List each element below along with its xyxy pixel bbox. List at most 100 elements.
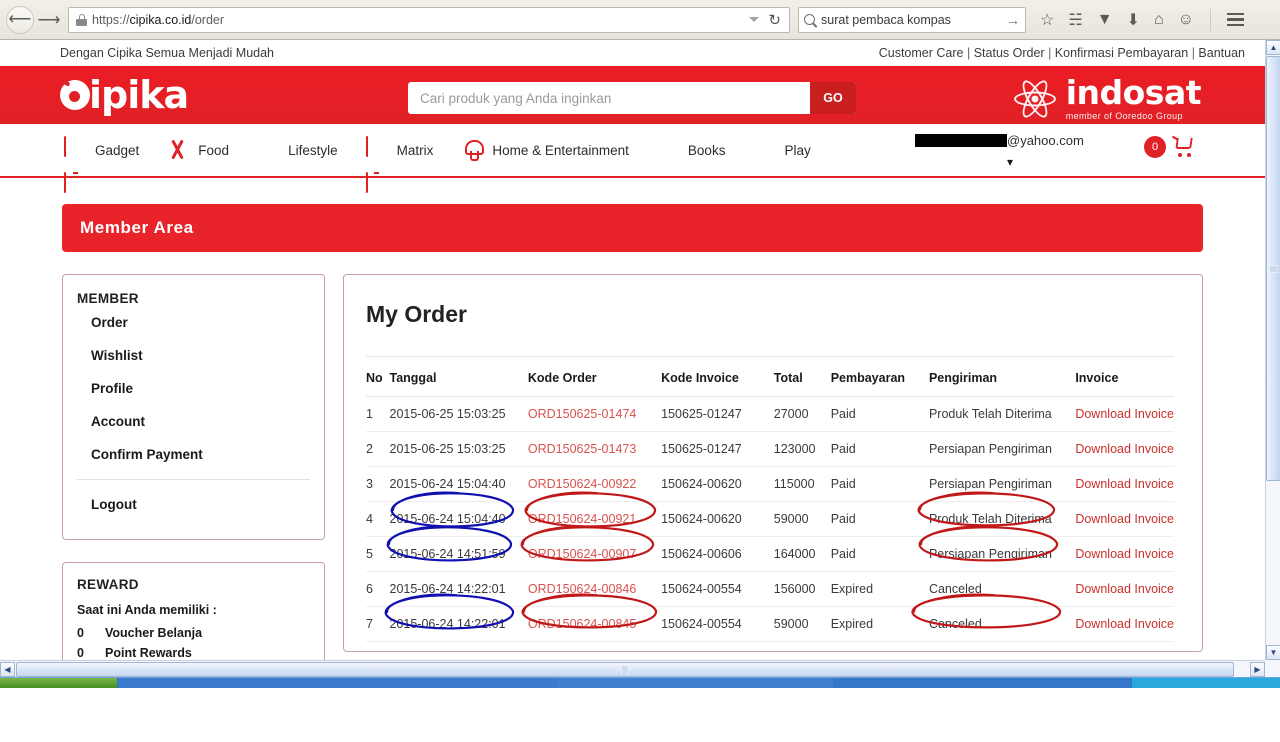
search-input[interactable]: surat pembaca kompas — [821, 13, 1000, 27]
cell-tanggal: 2015-06-25 15:03:25 — [389, 431, 528, 467]
col-pembayaran: Pembayaran — [830, 357, 929, 397]
reload-icon[interactable]: ↻ — [768, 11, 781, 29]
sidebar-item-wishlist[interactable]: Wishlist — [63, 339, 324, 372]
home-icon[interactable]: ⌂ — [1154, 11, 1164, 29]
col-invoice: Invoice — [1075, 357, 1174, 397]
reward-subtitle: Saat ini Anda memiliki : — [77, 603, 217, 617]
menu-icon[interactable] — [1226, 12, 1244, 27]
vertical-scroll-thumb[interactable] — [1266, 56, 1280, 481]
reading-list-icon[interactable]: ☵ — [1068, 10, 1082, 30]
browser-icon-group: ☆ ☵ ▼ ⬇ ⌂ ☺ — [1040, 8, 1244, 31]
sidebar-item-order[interactable]: Order — [63, 306, 324, 339]
submit-search-icon[interactable]: → — [1006, 12, 1020, 28]
nav-item-play[interactable]: Play — [753, 138, 810, 162]
points-label: Point Rewards — [105, 646, 192, 660]
table-header-row: No Tanggal Kode Order Kode Invoice Total… — [366, 357, 1174, 397]
site-search-input[interactable]: Cari produk yang Anda inginkan — [408, 82, 810, 114]
shopping-cart-icon[interactable] — [1171, 135, 1195, 157]
cell-pengiriman: Canceled — [928, 571, 1076, 607]
browser-search-box[interactable]: surat pembaca kompas → — [798, 6, 1026, 33]
scroll-right-button[interactable]: ▶ — [1250, 662, 1265, 677]
link-status-order[interactable]: Status Order — [974, 46, 1045, 60]
cell-kode-order[interactable]: ORD150625-01473 — [527, 431, 662, 467]
link-bantuan[interactable]: Bantuan — [1198, 46, 1245, 60]
scroll-left-button[interactable]: ◀ — [0, 661, 15, 677]
utility-links: Customer Care | Status Order | Konfirmas… — [879, 46, 1245, 60]
chevron-down-icon[interactable] — [749, 17, 760, 22]
sidebar-item-logout[interactable]: Logout — [63, 488, 324, 521]
member-menu-heading: MEMBER — [77, 291, 139, 306]
cell-invoice-link[interactable]: Download Invoice — [1075, 501, 1174, 537]
cell-kode-order[interactable]: ORD150624-00921 — [527, 501, 662, 537]
nav-item-matrix[interactable]: Matrix — [365, 136, 433, 193]
sidebar: MEMBER Order Wishlist Profile Account Co… — [62, 274, 325, 660]
voucher-count: 0 — [77, 626, 84, 640]
horizontal-scrollbar[interactable]: ◀ ▶ — [0, 660, 1265, 677]
table-row: 2 2015-06-25 15:03:25 ORD150625-01473 15062… — [366, 431, 1174, 467]
nav-item-books[interactable]: Books — [656, 138, 725, 162]
nav-label: Lifestyle — [288, 142, 338, 158]
bookmark-star-icon[interactable]: ☆ — [1040, 10, 1054, 30]
cell-no: 6 — [366, 571, 390, 607]
content-columns: MEMBER Order Wishlist Profile Account Co… — [62, 274, 1203, 660]
cell-kode-invoice: 150624-00554 — [661, 606, 774, 642]
nav-item-gadget[interactable]: Gadget — [64, 136, 139, 193]
horizontal-scroll-thumb[interactable] — [16, 662, 1234, 677]
scroll-down-button[interactable]: ▼ — [1266, 645, 1280, 660]
forward-arrow-icon[interactable]: ⟶ — [36, 6, 62, 34]
search-icon — [804, 14, 815, 25]
cell-invoice-link[interactable]: Download Invoice — [1075, 466, 1174, 502]
cell-pembayaran: Expired — [830, 571, 929, 607]
nav-item-home-entertainment[interactable]: Home & Entertainment — [461, 138, 629, 162]
site-search-box[interactable]: Cari produk yang Anda inginkan GO — [408, 82, 856, 114]
sidebar-item-profile[interactable]: Profile — [63, 372, 324, 405]
nav-item-lifestyle[interactable]: Lifestyle — [257, 138, 338, 162]
cell-kode-order[interactable]: ORD150624-00845 — [527, 606, 662, 642]
cell-invoice-link[interactable]: Download Invoice — [1075, 606, 1174, 642]
chat-icon[interactable]: ☺ — [1178, 11, 1194, 29]
cell-kode-invoice: 150624-00554 — [661, 571, 774, 607]
nav-item-food[interactable]: Food — [167, 138, 229, 162]
cell-kode-order[interactable]: ORD150625-01474 — [527, 396, 662, 432]
chevron-down-icon[interactable]: ▾ — [915, 155, 1105, 169]
cell-no: 1 — [366, 396, 390, 432]
cell-pengiriman: Canceled — [928, 606, 1076, 642]
indosat-logo: indosat member of Ooredoo Group — [1012, 76, 1202, 121]
search-go-button[interactable]: GO — [810, 82, 856, 114]
url-text: https://cipika.co.id/order — [92, 12, 225, 27]
toolbar-divider — [1209, 8, 1211, 31]
cell-invoice-link[interactable]: Download Invoice — [1075, 396, 1174, 432]
sidebar-item-account[interactable]: Account — [63, 405, 324, 438]
cell-no: 3 — [366, 466, 390, 502]
cell-kode-order[interactable]: ORD150624-00907 — [527, 536, 662, 572]
cell-total: 123000 — [773, 431, 831, 467]
cell-kode-order[interactable]: ORD150624-00922 — [527, 466, 662, 502]
account-email-suffix: @yahoo.com — [1007, 133, 1084, 148]
address-bar[interactable]: https://cipika.co.id/order ↻ — [68, 6, 790, 33]
scroll-up-button[interactable]: ▲ — [1266, 40, 1280, 55]
cell-no: 2 — [366, 431, 390, 467]
cell-invoice-link[interactable]: Download Invoice — [1075, 431, 1174, 467]
cell-invoice-link[interactable]: Download Invoice — [1075, 571, 1174, 607]
cell-kode-order[interactable]: ORD150624-00846 — [527, 571, 662, 607]
cell-total: 164000 — [773, 536, 831, 572]
cipika-logo[interactable]: ipika — [60, 73, 189, 117]
downloads-icon[interactable]: ⬇ — [1127, 10, 1140, 30]
cell-pengiriman: Produk Telah Diterima — [928, 501, 1076, 537]
cell-kode-invoice: 150624-00620 — [661, 466, 774, 502]
back-arrow-icon[interactable]: ⟵ — [6, 5, 34, 34]
reward-panel: REWARD Saat ini Anda memiliki : 0 Vouche… — [62, 562, 325, 660]
account-menu[interactable]: @yahoo.com ▾ — [915, 133, 1105, 169]
link-separator: | — [966, 46, 971, 60]
cart-widget[interactable]: 0 — [1144, 135, 1195, 158]
table-row: 5 2015-06-24 14:51:59 ORD150624-00907 15062… — [366, 536, 1174, 572]
vertical-scrollbar[interactable]: ▲ ▼ — [1265, 40, 1280, 660]
browser-toolbar: ⟵ ⟶ https://cipika.co.id/order ↻ surat p… — [0, 0, 1280, 40]
link-konfirmasi-pembayaran[interactable]: Konfirmasi Pembayaran — [1055, 46, 1188, 60]
pocket-icon[interactable]: ▼ — [1097, 11, 1113, 29]
cell-tanggal: 2015-06-24 14:22:01 — [389, 571, 528, 607]
link-customer-care[interactable]: Customer Care — [879, 46, 964, 60]
cell-invoice-link[interactable]: Download Invoice — [1075, 536, 1174, 572]
sidebar-item-confirm-payment[interactable]: Confirm Payment — [63, 438, 324, 471]
cell-tanggal: 2015-06-24 15:04:40 — [389, 466, 528, 502]
